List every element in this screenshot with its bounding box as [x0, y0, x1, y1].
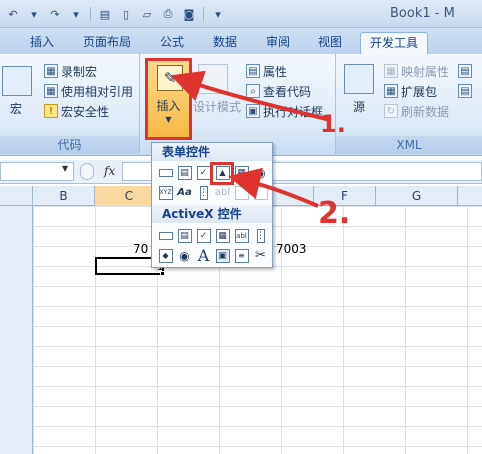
warning-icon: ! — [44, 104, 58, 118]
toolbar-separator — [203, 7, 204, 21]
list-box-icon[interactable]: ▦ — [233, 164, 250, 181]
cell-e-value[interactable]: 7003 — [276, 242, 307, 256]
button-control-icon[interactable] — [157, 164, 174, 181]
properties-button[interactable]: ▤ 属性 — [246, 62, 287, 80]
tab-review[interactable]: 审阅 — [256, 32, 300, 54]
refresh-icon: ↻ — [384, 104, 398, 118]
activex-spin-button-icon[interactable]: ◆ — [157, 247, 174, 264]
annotation-step-2: 2. — [318, 196, 351, 231]
xml-group: 源 ▦ 映射属性 ▦ 扩展包 ↻ 刷新数据 ▤ ▤ XML — [336, 54, 482, 156]
spin-button-highlight — [210, 162, 234, 185]
expansion-packs-button[interactable]: ▦ 扩展包 — [384, 82, 437, 100]
combo-box-icon[interactable]: ▤ — [176, 164, 193, 181]
insert-button-label: 插入 — [156, 99, 181, 113]
macro-button-label[interactable]: 宏 — [10, 100, 22, 117]
macro-icon[interactable] — [2, 66, 32, 96]
text-field-icon: abl — [214, 187, 231, 198]
run-dialog-button[interactable]: ▣ 执行对话框 — [246, 102, 323, 120]
code-group-label: 代码 — [0, 136, 139, 154]
print-icon[interactable]: ⎙ — [159, 6, 177, 22]
ribbon-panel: 宏 ▦ 录制宏 ▦ 使用相对引用 ! 宏安全性 代码 设计模式 ▤ 属性 ⌕ 查… — [0, 54, 482, 156]
chevron-down-icon: ▼ — [165, 115, 172, 124]
insert-controls-button[interactable]: ✎ 插入 ▼ — [145, 58, 192, 140]
form-icon[interactable]: ▤ — [96, 6, 114, 22]
activex-scroll-bar-icon[interactable]: ⋮ — [252, 227, 269, 244]
export-button[interactable]: ▤ — [458, 82, 472, 100]
insert-function-icon[interactable]: fx — [104, 164, 115, 178]
tab-page-layout[interactable]: 页面布局 — [75, 32, 139, 54]
select-all-corner[interactable] — [0, 186, 33, 206]
tab-view[interactable]: 视图 — [308, 32, 352, 54]
xml-source-icon[interactable] — [344, 64, 374, 94]
toolbar-separator — [90, 7, 91, 21]
activex-image-icon[interactable]: ▣ — [214, 247, 231, 264]
column-header-g[interactable]: G — [376, 186, 458, 206]
redo-icon[interactable]: ↷ — [46, 6, 64, 22]
activex-label-icon[interactable]: A — [195, 246, 212, 265]
activex-combo-box-icon[interactable]: ▤ — [176, 227, 193, 244]
label-control-icon[interactable]: Aa — [176, 184, 193, 201]
activex-checkbox-icon[interactable]: ✓ — [195, 227, 212, 244]
tab-data[interactable]: 数据 — [203, 32, 247, 54]
camera-icon[interactable]: ◙ — [180, 6, 198, 22]
activex-text-box-icon[interactable]: abl — [233, 227, 250, 244]
design-mode-icon — [198, 64, 228, 94]
activex-button-icon[interactable] — [157, 227, 174, 244]
scroll-bar-icon[interactable]: ⋮ — [195, 184, 212, 201]
new-document-icon[interactable]: ▯ — [117, 6, 135, 22]
import-icon: ▤ — [458, 64, 472, 78]
activex-toggle-button-icon[interactable]: ≡ — [233, 247, 250, 264]
quick-access-toolbar: ↶ ▾ ↷ ▾ ▤ ▯ ▱ ⎙ ◙ ▾ — [4, 5, 227, 23]
import-button[interactable]: ▤ — [458, 62, 472, 80]
export-icon: ▤ — [458, 84, 472, 98]
view-code-button[interactable]: ⌕ 查看代码 — [246, 82, 311, 100]
tab-developer[interactable]: 开发工具 — [360, 32, 428, 54]
activex-controls-title: ActiveX 控件 — [152, 205, 272, 223]
xml-source-button[interactable]: 源 — [353, 98, 365, 115]
option-button-icon[interactable]: ◉ — [252, 164, 269, 181]
tab-formulas[interactable]: 公式 — [150, 32, 194, 54]
fill-handle[interactable] — [160, 271, 165, 276]
activex-option-button-icon[interactable]: ◉ — [176, 247, 193, 264]
undo-icon[interactable]: ↶ — [4, 6, 22, 22]
customize-toolbar-icon[interactable]: ▾ — [209, 6, 227, 22]
expansion-pack-icon: ▦ — [384, 84, 398, 98]
ribbon-tabs: 插入 页面布局 公式 数据 审阅 视图 开发工具 — [0, 28, 482, 54]
relative-reference-icon: ▦ — [44, 84, 58, 98]
record-macro-icon: ▦ — [44, 64, 58, 78]
form-controls-title: 表单控件 — [152, 143, 272, 161]
title-bar: ↶ ▾ ↷ ▾ ▤ ▯ ▱ ⎙ ◙ ▾ Book1 - M — [0, 0, 482, 28]
window-title: Book1 - M — [390, 6, 455, 21]
tools-icon: ✎ — [157, 65, 183, 91]
insert-controls-dropdown: 表单控件 ▤ ✓ ▲ ▦ ◉ XYZ Aa ⋮ abl ActiveX 控件 ▤… — [151, 142, 273, 268]
row-headers[interactable] — [0, 206, 33, 454]
record-macro-button[interactable]: ▦ 录制宏 — [44, 62, 97, 80]
relative-references-button[interactable]: ▦ 使用相对引用 — [44, 82, 133, 100]
cell-c-value[interactable]: 70 — [133, 242, 148, 256]
run-dialog-icon: ▣ — [246, 104, 260, 118]
code-group: 宏 ▦ 录制宏 ▦ 使用相对引用 ! 宏安全性 代码 — [0, 54, 140, 156]
more-controls-icon[interactable]: ✂ — [252, 247, 269, 264]
view-code-icon: ⌕ — [246, 84, 260, 98]
chevron-down-icon[interactable]: ▼ — [62, 164, 68, 173]
design-mode-button[interactable]: 设计模式 — [193, 98, 241, 115]
dropdown-arrow-icon[interactable]: ▾ — [25, 6, 43, 22]
group-box-icon[interactable]: XYZ — [157, 184, 174, 201]
combo-list-icon — [233, 184, 250, 201]
macro-security-button[interactable]: ! 宏安全性 — [44, 102, 109, 120]
dropdown-arrow-icon[interactable]: ▾ — [67, 6, 85, 22]
column-header-b[interactable]: B — [33, 186, 95, 206]
map-properties-icon: ▦ — [384, 64, 398, 78]
activex-list-box-icon[interactable]: ▦ — [214, 227, 231, 244]
properties-icon: ▤ — [246, 64, 260, 78]
annotation-step-1: 1. — [320, 110, 346, 138]
combo-dropdown-icon — [252, 184, 269, 201]
xml-group-label: XML — [336, 136, 482, 154]
refresh-data-button[interactable]: ↻ 刷新数据 — [384, 102, 449, 120]
tab-insert[interactable]: 插入 — [20, 32, 64, 54]
open-folder-icon[interactable]: ▱ — [138, 6, 156, 22]
map-properties-button[interactable]: ▦ 映射属性 — [384, 62, 449, 80]
resize-handle[interactable] — [80, 163, 94, 180]
